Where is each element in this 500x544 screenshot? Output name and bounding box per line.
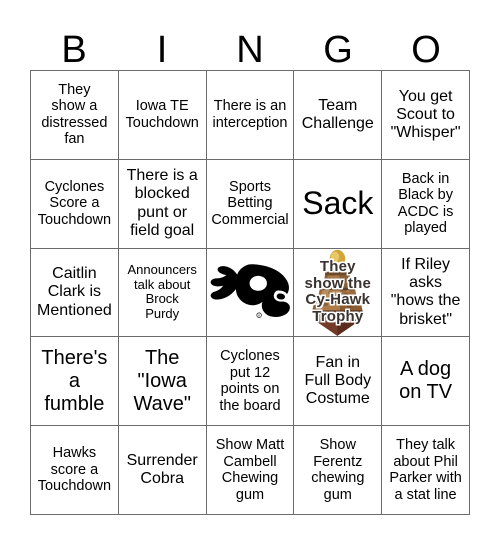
bingo-cell-o5[interactable]: They talk about Phil Parker with a stat … [382, 426, 470, 515]
cy-hawk-trophy-photo: They show the Cy-Hawk Trophy [294, 248, 382, 337]
bingo-cell-i2-text: There is a blocked punt or field goal [126, 167, 198, 239]
bingo-cell-i3[interactable]: Announcers talk about Brock Purdy [118, 248, 207, 338]
bingo-cell-i4-text: The "Iowa Wave" [133, 347, 191, 415]
bingo-cell-g2[interactable]: Sack [294, 159, 383, 249]
bingo-cell-n3-free-space[interactable]: R [206, 248, 295, 338]
bingo-cell-g5[interactable]: Show Ferentz chewing gum [294, 426, 383, 515]
bingo-cell-i1[interactable]: Iowa TE Touchdown [118, 71, 207, 160]
bingo-grid: They show a distressed fan Iowa TE Touch… [30, 70, 470, 515]
bingo-cell-o2[interactable]: Back in Black by ACDC is played [382, 159, 470, 249]
bingo-header: B I N G O [30, 16, 470, 70]
header-letter-o: O [411, 29, 441, 71]
bingo-cell-o3[interactable]: If Riley asks "hows the brisket" [382, 248, 470, 338]
bingo-cell-n4[interactable]: Cyclones put 12 points on the board [206, 337, 295, 427]
header-letter-n: N [236, 29, 264, 71]
header-letter-g: G [323, 29, 353, 71]
bingo-cell-n1-text: There is an interception [212, 98, 288, 131]
bingo-cell-i5[interactable]: Surrender Cobra [118, 426, 207, 515]
bingo-cell-i2[interactable]: There is a blocked punt or field goal [118, 159, 207, 249]
bingo-cell-i1-text: Iowa TE Touchdown [125, 98, 199, 131]
bingo-cell-b2[interactable]: Cyclones Score a Touchdown [31, 159, 119, 249]
bingo-cell-b3-text: Caitlin Clark is Mentioned [37, 265, 112, 319]
iowa-hawkeyes-tigerhawk-logo-icon: R [206, 248, 294, 337]
bingo-cell-i5-text: Surrender Cobra [126, 451, 198, 488]
bingo-cell-i3-text: Announcers talk about Brock Purdy [127, 261, 197, 322]
bingo-cell-i4[interactable]: The "Iowa Wave" [118, 337, 207, 427]
header-letter-i: I [156, 29, 168, 71]
bingo-cell-g5-text: Show Ferentz chewing gum [311, 437, 365, 503]
svg-text:R: R [258, 314, 260, 318]
bingo-cell-o3-text: If Riley asks "hows the brisket" [390, 256, 461, 328]
bingo-cell-b5[interactable]: Hawks score a Touchdown [31, 426, 119, 515]
bingo-cell-n1[interactable]: There is an interception [206, 71, 295, 160]
header-letter-b: B [61, 29, 87, 71]
bingo-cell-n5[interactable]: Show Matt Cambell Chewing gum [206, 426, 295, 515]
bingo-cell-o4-text: A dog on TV [399, 358, 453, 404]
bingo-cell-b2-text: Cyclones Score a Touchdown [37, 178, 112, 228]
bingo-cell-g1-text: Team Challenge [301, 96, 374, 132]
bingo-cell-n4-text: Cyclones put 12 points on the board [219, 348, 281, 414]
bingo-cell-b5-text: Hawks score a Touchdown [37, 445, 112, 495]
bingo-cell-o5-text: They talk about Phil Parker with a stat … [389, 437, 462, 503]
bingo-card: B I N G O They show a distressed fan Iow… [0, 0, 500, 544]
bingo-cell-o1[interactable]: You get Scout to "Whisper" [382, 71, 470, 160]
bingo-cell-n2[interactable]: Sports Betting Commercial [206, 159, 295, 249]
bingo-cell-b4[interactable]: There's a fumble [31, 337, 119, 427]
bingo-cell-g4-text: Fan in Full Body Costume [304, 353, 372, 408]
bingo-cell-n5-text: Show Matt Cambell Chewing gum [215, 437, 285, 503]
bingo-cell-o2-text: Back in Black by ACDC is played [397, 170, 454, 237]
bingo-cell-b4-text: There's a fumble [41, 347, 108, 415]
bingo-cell-o4[interactable]: A dog on TV [382, 337, 470, 427]
bingo-cell-n2-text: Sports Betting Commercial [211, 178, 289, 228]
bingo-cell-b1[interactable]: They show a distressed fan [31, 71, 119, 160]
bingo-cell-b1-text: They show a distressed fan [41, 81, 108, 148]
bingo-cell-g4[interactable]: Fan in Full Body Costume [294, 337, 383, 427]
bingo-cell-g1[interactable]: Team Challenge [294, 71, 383, 160]
bingo-cell-b3[interactable]: Caitlin Clark is Mentioned [31, 248, 119, 338]
bingo-cell-o1-text: You get Scout to "Whisper" [390, 87, 461, 142]
bingo-cell-g3-text: They show the Cy-Hawk Trophy [304, 258, 372, 325]
bingo-cell-g3-cy-hawk-trophy[interactable]: They show the Cy-Hawk Trophy [294, 248, 383, 338]
bingo-cell-g2-text: Sack [302, 185, 374, 222]
